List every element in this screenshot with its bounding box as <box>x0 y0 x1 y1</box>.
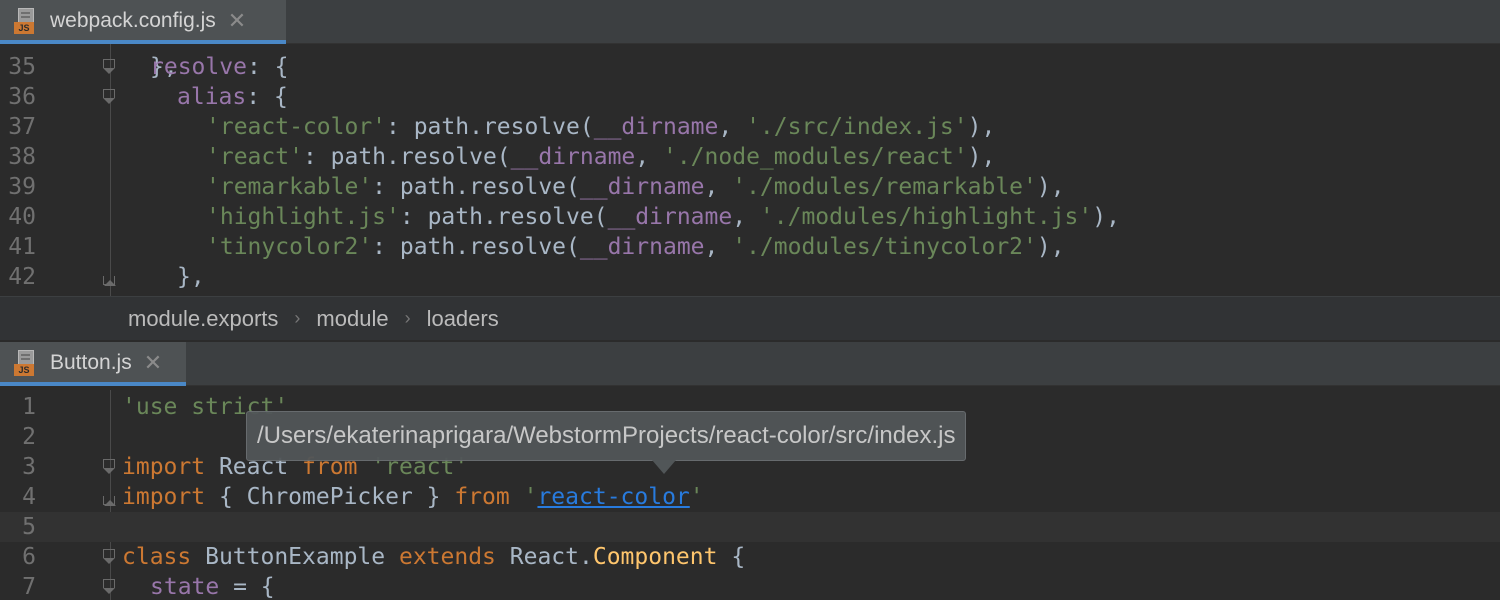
tab-webpack-config[interactable]: JS webpack.config.js ✕ <box>0 0 286 44</box>
module-reference-link[interactable]: react-color <box>537 484 689 510</box>
js-badge: JS <box>14 364 34 376</box>
breadcrumb-item-module[interactable]: module <box>316 306 388 332</box>
code-line-partial: module: {loaders: [{ <box>0 284 1500 296</box>
code-line: 40 'highlight.js': path.resolve(__dirname… <box>0 202 1500 232</box>
fold-expand-icon[interactable] <box>103 459 115 474</box>
line-number: 41 <box>8 234 36 260</box>
code-content: resolve: { <box>150 54 289 80</box>
top-tab-bar: JS webpack.config.js ✕ <box>0 0 1500 44</box>
code-line: 6 class ButtonExample extends React.Compo… <box>0 542 1500 572</box>
code-line: 5 <box>0 512 1500 542</box>
close-tab-icon[interactable]: ✕ <box>228 8 246 34</box>
code-line: 39 'remarkable': path.resolve(__dirname, … <box>0 172 1500 202</box>
breadcrumb-separator: › <box>294 308 301 328</box>
bottom-tab-bar: JS Button.js ✕ <box>0 342 1500 386</box>
js-file-icon: JS <box>14 8 38 34</box>
code-content: class ButtonExample extends React.Compon… <box>122 544 746 570</box>
line-number: 2 <box>22 424 36 450</box>
code-line: 37 'react-color': path.resolve(__dirname,… <box>0 112 1500 142</box>
line-number: 39 <box>8 174 36 200</box>
tooltip-arrow <box>652 460 676 474</box>
path-tooltip: /Users/ekaterinaprigara/WebstormProjects… <box>246 411 967 461</box>
close-tab-icon[interactable]: ✕ <box>144 350 162 376</box>
line-number: 7 <box>22 574 36 600</box>
tooltip-text: /Users/ekaterinaprigara/WebstormProjects… <box>257 422 956 449</box>
breadcrumb: module.exports › module › loaders <box>0 296 1500 340</box>
code-content: 'react-color': path.resolve(__dirname, '… <box>206 114 996 140</box>
tab-label: webpack.config.js <box>50 9 216 32</box>
line-number: 3 <box>22 454 36 480</box>
code-line: 38 'react': path.resolve(__dirname, './no… <box>0 142 1500 172</box>
tab-button-js[interactable]: JS Button.js ✕ <box>0 342 186 386</box>
code-line: 7 state = { <box>0 572 1500 600</box>
fold-expand-icon[interactable] <box>103 89 115 104</box>
code-line-partial: }, <box>0 44 1500 80</box>
code-content: 'tinycolor2': path.resolve(__dirname, '.… <box>206 234 1065 260</box>
line-number: 4 <box>22 484 36 510</box>
fold-collapse-icon[interactable] <box>103 496 116 506</box>
code-line: 35 resolve: { <box>0 52 1500 82</box>
code-content: alias: { <box>177 84 288 110</box>
top-code-editor[interactable]: }, 35 resolve: { 36 alias: { 37 'react-color'… <box>0 44 1500 296</box>
line-number: 37 <box>8 114 36 140</box>
fold-expand-icon[interactable] <box>103 579 115 594</box>
line-number: 35 <box>8 54 36 80</box>
tab-label: Button.js <box>50 351 132 374</box>
line-number: 6 <box>22 544 36 570</box>
code-content: 'remarkable': path.resolve(__dirname, '.… <box>206 174 1065 200</box>
code-line: 4 import { ChromePicker } from 'react-col… <box>0 482 1500 512</box>
line-number: 38 <box>8 144 36 170</box>
js-file-icon: JS <box>14 350 38 376</box>
code-line: 41 'tinycolor2': path.resolve(__dirname, … <box>0 232 1500 262</box>
code-content: state = { <box>150 574 275 600</box>
code-line: 36 alias: { <box>0 82 1500 112</box>
line-number: 40 <box>8 204 36 230</box>
line-number: 36 <box>8 84 36 110</box>
js-badge: JS <box>14 22 34 34</box>
breadcrumb-item-module-exports[interactable]: module.exports <box>128 306 278 332</box>
code-content: 'highlight.js': path.resolve(__dirname, … <box>206 204 1120 230</box>
line-number: 1 <box>22 394 36 420</box>
code-content: 'react': path.resolve(__dirname, './node… <box>206 144 996 170</box>
active-tab-indicator <box>0 382 186 386</box>
code-content: import { ChromePicker } from 'react-colo… <box>122 484 704 510</box>
breadcrumb-item-loaders[interactable]: loaders <box>427 306 499 332</box>
line-number: 5 <box>22 514 36 540</box>
breadcrumb-separator: › <box>404 308 411 328</box>
fold-expand-icon[interactable] <box>103 549 115 564</box>
fold-expand-icon[interactable] <box>103 59 115 74</box>
